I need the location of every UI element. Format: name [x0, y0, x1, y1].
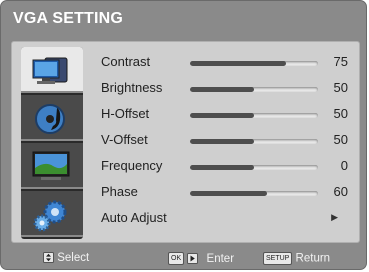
frequency-slider[interactable]: [190, 165, 318, 170]
tab-audio[interactable]: [21, 95, 83, 141]
setting-label: Frequency: [101, 158, 163, 173]
slider-fill: [190, 113, 254, 118]
enter-hint: OK Enter: [168, 252, 234, 265]
enter-label: Enter: [206, 252, 235, 265]
up-down-arrows-icon: [43, 252, 54, 264]
setting-label: Auto Adjust: [101, 210, 167, 225]
slider-fill: [190, 87, 254, 92]
setting-row-phase[interactable]: Phase 60: [99, 181, 354, 207]
v-offset-slider[interactable]: [190, 139, 318, 144]
setting-row-auto-adjust[interactable]: Auto Adjust ▶: [99, 207, 354, 233]
setting-label: Phase: [101, 184, 138, 199]
setting-label: Contrast: [101, 54, 151, 69]
return-hint: SETUP Return: [263, 252, 330, 265]
slider-fill: [190, 191, 267, 196]
setting-label: V-Offset: [101, 132, 148, 147]
setting-row-h-offset[interactable]: H-Offset 50: [99, 103, 354, 129]
slider-fill: [190, 165, 254, 170]
tab-vga[interactable]: [21, 47, 83, 93]
menu-title: VGA SETTING: [13, 10, 124, 27]
setting-row-frequency[interactable]: Frequency 0: [99, 155, 354, 181]
setting-value: 50: [333, 132, 348, 147]
right-triangle-icon[interactable]: ▶: [331, 212, 338, 223]
setting-value: 50: [333, 80, 348, 95]
footer-hints: Select OK Enter SETUP Return: [1, 247, 366, 269]
computer-monitor-icon: [32, 57, 68, 84]
setting-row-contrast[interactable]: Contrast 75: [99, 51, 354, 77]
setting-label: H-Offset: [101, 106, 150, 121]
setting-value: 50: [333, 106, 348, 121]
h-offset-slider[interactable]: [190, 113, 318, 118]
setting-value: 60: [333, 184, 348, 199]
setting-value: 0: [340, 158, 348, 173]
slider-fill: [190, 61, 286, 66]
select-hint: Select: [43, 252, 89, 264]
setting-value: 75: [333, 54, 348, 69]
audio-disc-icon: [35, 104, 65, 134]
contrast-slider[interactable]: [190, 61, 318, 66]
setting-row-brightness[interactable]: Brightness 50: [99, 77, 354, 103]
phase-slider[interactable]: [190, 191, 318, 196]
tab-setup[interactable]: [21, 191, 83, 237]
setting-row-v-offset[interactable]: V-Offset 50: [99, 129, 354, 155]
setup-key: SETUP: [263, 252, 293, 265]
sidebar: [21, 47, 83, 239]
tab-picture[interactable]: [21, 143, 83, 189]
ok-key: OK: [168, 252, 185, 265]
osd-menu: VGA SETTING Contrast 75 Brightness 50 H-…: [0, 0, 367, 270]
gears-settings-icon: [33, 200, 67, 232]
right-arrow-key-icon: [187, 253, 199, 264]
setting-label: Brightness: [101, 80, 163, 95]
slider-fill: [190, 139, 254, 144]
brightness-slider[interactable]: [190, 87, 318, 92]
return-label: Return: [295, 252, 331, 265]
tv-screen-icon: [32, 151, 70, 180]
select-label: Select: [57, 252, 90, 264]
